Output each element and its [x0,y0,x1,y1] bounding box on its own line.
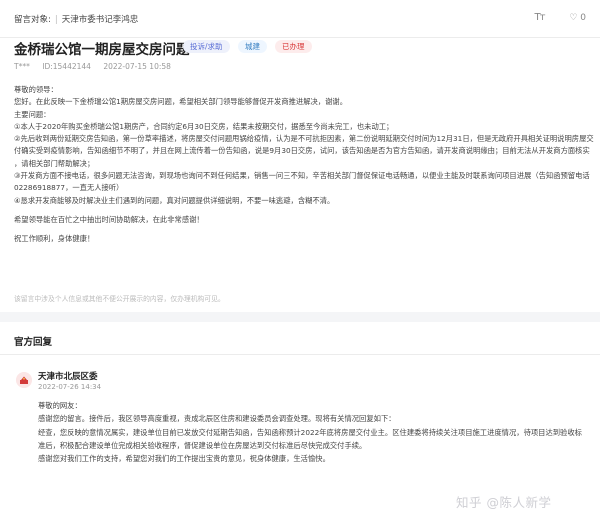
divider [0,354,600,355]
body-line: 希望领导能在百忙之中抽出时间协助解决，在此非常感谢！ [14,214,204,224]
reply-line: 经查，您反映的意情况属实，建设单位目前已发放交付延期告知函，告知函称预计2022… [38,427,582,437]
reply-datetime: 2022-07-26 14:34 [38,383,102,391]
avatar [16,372,32,388]
body-line: 尊敬的领导： [14,85,58,94]
message-target-label: 留言对象: [14,15,51,25]
body-line: 付确实受到疫情影响，告知函细节不明了，并且在网上流传着一份告知函，说是9月30日… [14,146,590,156]
page-title: 金桥瑞公馆一期房屋交房问题 [14,42,190,58]
reply-line: 感谢您的留言。接件后，我区领导高度重视，责成北辰区住房和建设委员会调查处理。现将… [38,414,396,424]
privacy-notice: 该留言中涉及个人信息或其他不便公开展示的内容，仅办理机构可见。 [14,295,225,303]
author: T*** [14,62,30,71]
body-line: 祝工作顺利，身体健康！ [14,234,95,244]
top-actions: Tт ♡ 0 [535,12,586,23]
post-meta: T*** ID:15442144 2022-07-15 10:58 [14,62,181,71]
top-bar: 留言对象: | 天津市委书记李鸿忠 Tт ♡ 0 [0,0,600,38]
font-size-icon[interactable]: Tт [535,12,546,23]
emblem-icon [16,372,32,388]
message-target-value: 天津市委书记李鸿忠 [61,15,139,25]
divider: | [54,15,58,25]
reply-line: 感谢您对我们工作的支持，希望您对我们的工作提出宝贵的意见，祝身体健康，生活愉快。 [38,454,330,464]
status-badge: 已办理 [275,40,312,53]
body-line: ①本人于2020年购买金桥瑞公馆1期房产，合同约定6月30日交房，结果未按期交付… [14,121,394,131]
post-datetime: 2022-07-15 10:58 [103,62,171,71]
post-body: 尊敬的领导： 您好。在此反映一下金桥瑞公馆1期房屋交房问题，希望相关部门领导能够… [14,84,594,246]
reply-heading: 官方回复 [14,337,53,348]
post-id: ID:15442144 [42,62,91,71]
body-line: 您好。在此反映一下金桥瑞公馆1期房屋交房问题，希望相关部门领导能够督促开发商推进… [14,97,347,107]
thumbs-up-icon: ♡ [569,13,581,23]
reply-line: 准后，积极配合建设单位完成相关验收程序，督促建设单位在房屋达到交付标准后尽快完成… [38,440,367,450]
body-line: ②先后收到两份延期交房告知函，第一份草率描述，将房屋交付问题甩锅给疫情，认为是不… [14,134,594,144]
reply-org: 天津市北辰区委 [38,372,98,382]
body-line: 02286918877，一直无人接听） [14,183,124,193]
category-tag: 投诉/求助 [183,40,230,53]
like-button[interactable]: ♡ 0 [569,13,586,23]
message-target: 留言对象: | 天津市委书记李鸿忠 [14,13,138,25]
body-line: ，请相关部门帮助解决； [14,158,95,168]
section-divider [0,312,600,322]
watermark: 知乎 @陈人新学 [456,495,552,510]
reply-line: 尊敬的网友： [38,401,82,410]
body-line: ③开发商方面不接电话，很多问题无法咨询，到现场也询问不到任何结果，销售一问三不知… [14,171,590,181]
reply-body: 尊敬的网友： 感谢您的留言。接件后，我区领导高度重视，责成北辰区住房和建设委员会… [38,399,590,465]
like-count: 0 [580,13,586,23]
body-line: ④恳求开发商能够及时解决业主们遇到的问题，真对问题提供详细说明，不要一味逃避，含… [14,195,335,205]
body-line: 主要问题： [14,109,51,119]
department-tag: 城建 [238,40,267,53]
